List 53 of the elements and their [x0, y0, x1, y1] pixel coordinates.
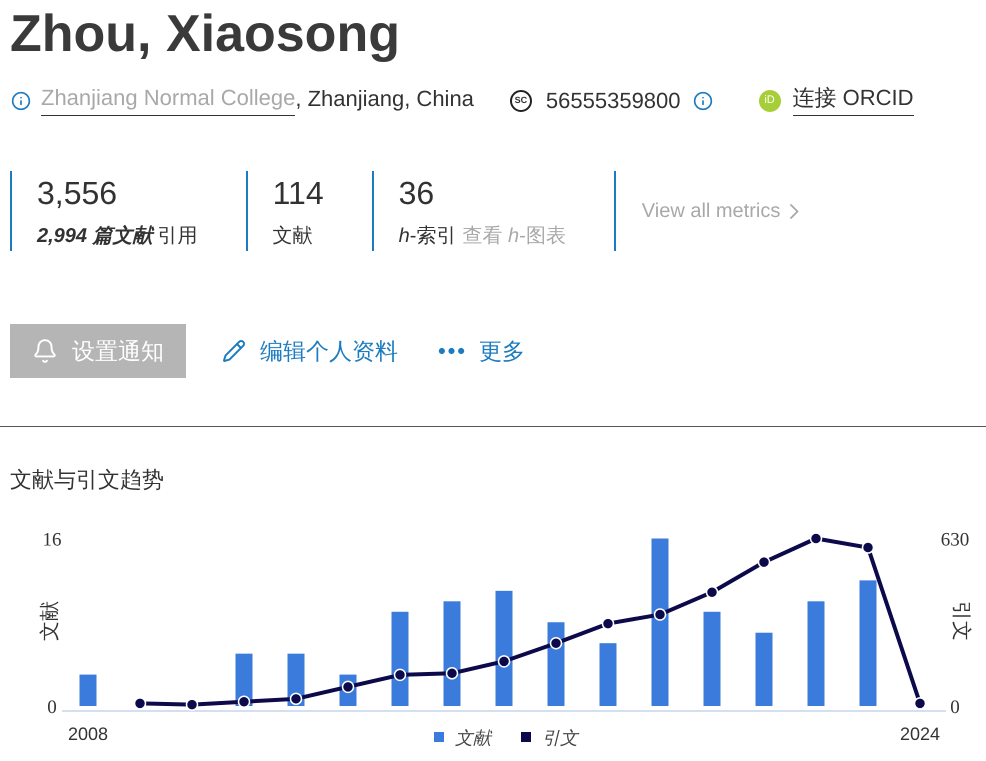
edit-profile-link[interactable]: 编辑个人资料 [222, 339, 398, 363]
axis-tick-label: 0 [950, 697, 960, 718]
citation-point [914, 697, 926, 710]
axis-title: 引文 [950, 601, 972, 641]
connect-orcid-link[interactable]: 连接 ORCID [792, 85, 914, 116]
citation-point [758, 556, 770, 568]
view-all-metrics-link[interactable]: View all metrics [642, 196, 800, 226]
dots-icon [438, 347, 465, 355]
citation-point [654, 608, 666, 621]
axis-tick-label: 2008 [68, 724, 108, 744]
axis-tick-label: 2024 [900, 724, 940, 744]
bell-icon [32, 338, 58, 364]
institution-link[interactable]: Zhanjiang Normal College [41, 85, 296, 116]
citation-point [810, 532, 822, 545]
axis-tick-label: 0 [47, 697, 57, 718]
document-bar [600, 643, 616, 706]
citation-point [394, 668, 406, 682]
metric-caption: 文献 [272, 224, 313, 248]
citation-point [290, 692, 302, 706]
citation-point [238, 696, 250, 708]
orcid-badge: iD [758, 90, 781, 112]
citation-point [186, 698, 198, 711]
pencil-icon [222, 339, 246, 363]
metric-caption: h-索引 [398, 224, 456, 248]
citation-point [498, 655, 510, 668]
author-name: Zhou, Xiaosong [10, 4, 400, 60]
more-link[interactable]: 更多 [438, 340, 525, 362]
citation-point [342, 680, 354, 694]
citation-point [550, 637, 562, 650]
metric-link[interactable]: 查看 h-图表 [462, 224, 566, 248]
location-text: , Zhanjiang, China [295, 86, 474, 113]
citation-point [446, 667, 458, 680]
axis-tick-label: 630 [940, 530, 970, 550]
citation-point [862, 541, 874, 554]
legend-label: 引文 [542, 728, 578, 748]
set-alert-button[interactable]: 设置通知 [10, 324, 186, 378]
axis-tick-label: 16 [42, 530, 62, 550]
chevron-right-icon [790, 204, 800, 218]
metric-value: 114 [272, 176, 324, 210]
citation-point [602, 617, 614, 630]
citation-point [134, 697, 146, 710]
info-icon[interactable] [692, 90, 713, 110]
document-bar [80, 674, 96, 706]
metric-caption: 2,994 篇文献 引用 [37, 224, 198, 248]
metric-value: 36 [398, 176, 434, 210]
info-icon[interactable] [11, 90, 31, 110]
author-id-badge: SC [510, 90, 532, 112]
metric-value: 3,556 [37, 176, 118, 210]
citation-point [706, 586, 718, 598]
legend-label: 文献 [455, 728, 491, 748]
section-heading: 文献与引文趋势 [10, 467, 164, 493]
author-id: 56555359800 [546, 88, 681, 114]
axis-title: 文献 [39, 601, 61, 641]
